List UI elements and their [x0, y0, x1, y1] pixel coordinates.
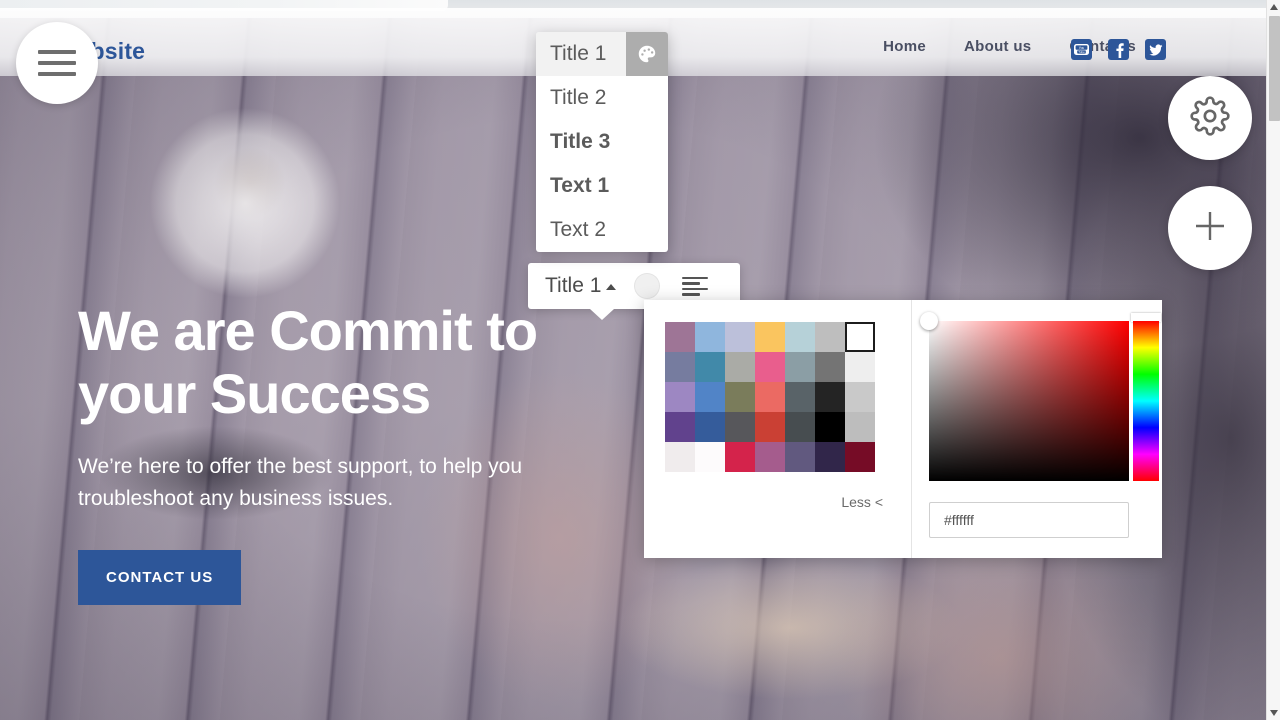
color-swatch[interactable]: [815, 322, 845, 352]
hero-heading-line-1: We are Commit to: [78, 299, 538, 362]
style-option-label: Title 2: [550, 86, 607, 109]
plus-icon: [1188, 204, 1232, 253]
color-swatch[interactable]: [785, 382, 815, 412]
contact-us-button[interactable]: CONTACT US: [78, 549, 242, 605]
color-swatch[interactable]: [785, 322, 815, 352]
color-swatch[interactable]: [755, 322, 785, 352]
color-swatch[interactable]: [725, 442, 755, 472]
youtube-icon[interactable]: You Tube: [1071, 39, 1092, 60]
align-line: [682, 276, 709, 279]
color-swatch[interactable]: [665, 412, 695, 442]
color-swatch[interactable]: [695, 412, 725, 442]
color-swatch[interactable]: [815, 382, 845, 412]
align-left-icon[interactable]: [682, 276, 709, 296]
color-swatch[interactable]: [815, 352, 845, 382]
hamburger-menu-icon[interactable]: [16, 22, 98, 104]
saturation-value-handle[interactable]: [920, 312, 938, 330]
color-swatch[interactable]: [695, 382, 725, 412]
twitter-icon[interactable]: [1145, 39, 1166, 60]
color-swatch-grid: [665, 322, 875, 472]
color-swatch[interactable]: [725, 322, 755, 352]
color-swatch-panel: Less <: [644, 300, 912, 558]
hamburger-bar: [38, 50, 76, 54]
style-option-label: Title 1: [550, 42, 607, 65]
align-line: [682, 282, 701, 285]
style-option-title-3[interactable]: Title 3: [536, 120, 668, 164]
chevron-up-icon: [606, 284, 617, 290]
hero-paragraph[interactable]: We’re here to offer the best support, to…: [78, 451, 548, 513]
color-swatch[interactable]: [695, 442, 725, 472]
align-line: [682, 293, 701, 296]
color-swatch[interactable]: [695, 322, 725, 352]
hex-color-input[interactable]: [929, 502, 1129, 538]
settings-button[interactable]: [1168, 76, 1252, 160]
hero-heading[interactable]: We are Commit to your Success: [78, 299, 718, 425]
hamburger-bar: [38, 72, 76, 76]
style-option-label: Text 1: [550, 174, 610, 197]
style-option-title-1[interactable]: Title 1: [536, 32, 668, 76]
vertical-scrollbar[interactable]: [1266, 0, 1280, 720]
saturation-value-gradient: [929, 321, 1129, 481]
social-links: You Tube: [1071, 39, 1166, 60]
hue-slider[interactable]: [1133, 321, 1159, 481]
text-style-dropdown: Title 1 Title 2 Title 3 Text 1 Text 2: [536, 32, 668, 252]
palette-icon[interactable]: [626, 32, 668, 76]
style-option-text-1[interactable]: Text 1: [536, 164, 668, 208]
align-line: [682, 287, 709, 290]
color-swatch[interactable]: [815, 442, 845, 472]
color-swatch[interactable]: [755, 352, 785, 382]
hamburger-bar: [38, 61, 76, 65]
color-swatch[interactable]: [845, 412, 875, 442]
custom-color-panel: [912, 300, 1162, 558]
color-swatch[interactable]: [695, 352, 725, 382]
facebook-icon[interactable]: [1108, 39, 1129, 60]
color-picker-popover: Less <: [644, 300, 1162, 558]
color-swatch[interactable]: [785, 412, 815, 442]
color-swatch[interactable]: [665, 442, 695, 472]
hero-heading-line-2: your Success: [78, 361, 431, 425]
color-swatch[interactable]: [665, 382, 695, 412]
text-style-selector-label: Title 1: [545, 274, 602, 297]
color-swatch[interactable]: [725, 352, 755, 382]
svg-text:Tube: Tube: [1078, 50, 1085, 54]
nav-item-home[interactable]: Home: [883, 38, 926, 55]
gear-icon: [1190, 95, 1230, 141]
style-option-label: Title 3: [550, 130, 611, 153]
saturation-value-area[interactable]: [920, 312, 1129, 481]
color-swatch[interactable]: [785, 442, 815, 472]
color-swatch[interactable]: [755, 442, 785, 472]
color-swatch[interactable]: [665, 322, 695, 352]
color-swatch[interactable]: [815, 412, 845, 442]
color-swatch[interactable]: [845, 442, 875, 472]
color-swatch[interactable]: [845, 352, 875, 382]
scrollbar-thumb[interactable]: [1269, 16, 1280, 121]
nav-item-about-us[interactable]: About us: [964, 38, 1031, 55]
style-option-label: Text 2: [550, 218, 607, 241]
scroll-up-arrow-icon[interactable]: [1267, 0, 1280, 14]
scroll-down-arrow-icon[interactable]: [1267, 706, 1280, 720]
style-option-title-2[interactable]: Title 2: [536, 76, 668, 120]
color-swatch[interactable]: [845, 382, 875, 412]
page-root: Website Home About us Contacts YouTube: [0, 0, 1280, 720]
color-swatch[interactable]: [665, 352, 695, 382]
color-swatch[interactable]: [755, 412, 785, 442]
less-toggle-link[interactable]: Less <: [841, 494, 883, 510]
text-style-selector[interactable]: Title 1: [545, 274, 617, 298]
color-swatch[interactable]: [845, 322, 875, 352]
color-swatch[interactable]: [725, 412, 755, 442]
color-swatch[interactable]: [725, 382, 755, 412]
hero-content: We are Commit to your Success We’re here…: [78, 299, 718, 605]
style-option-text-2[interactable]: Text 2: [536, 208, 668, 252]
color-swatch[interactable]: [755, 382, 785, 412]
color-swatch[interactable]: [785, 352, 815, 382]
text-color-button[interactable]: [634, 273, 661, 299]
add-block-button[interactable]: [1168, 186, 1252, 270]
